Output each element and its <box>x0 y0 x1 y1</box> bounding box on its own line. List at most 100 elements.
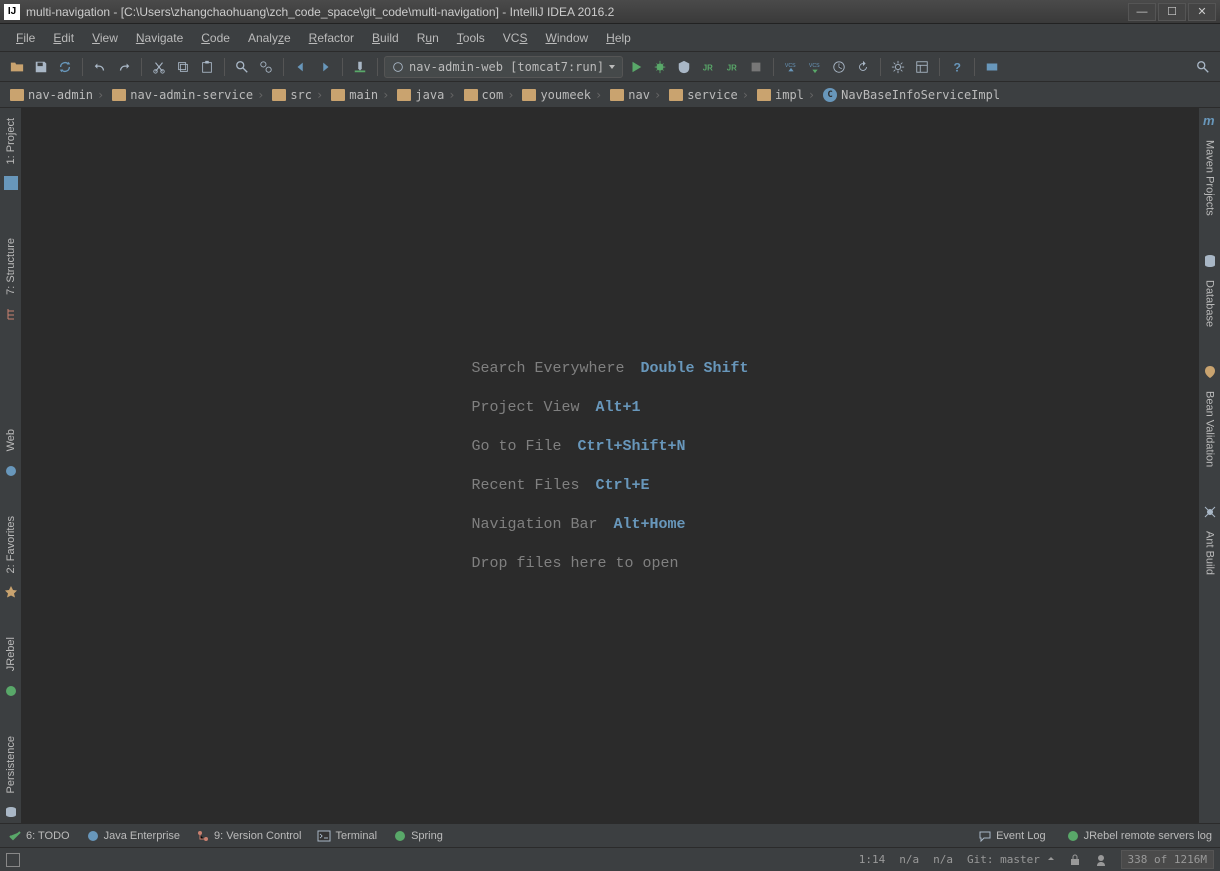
lock-icon[interactable] <box>1069 854 1081 866</box>
sync-button[interactable] <box>54 56 76 78</box>
folder-icon <box>757 89 771 101</box>
cut-button[interactable] <box>148 56 170 78</box>
jrebel-icon <box>4 684 18 698</box>
window-title: multi-navigation - [C:\Users\zhangchaohu… <box>26 5 1128 19</box>
bubble-icon <box>978 829 992 843</box>
back-button[interactable] <box>290 56 312 78</box>
breadcrumb-service[interactable]: service <box>665 88 753 102</box>
database-tab[interactable]: Database <box>1202 274 1218 333</box>
stop-button[interactable] <box>745 56 767 78</box>
paste-button[interactable] <box>196 56 218 78</box>
spring-tool[interactable]: Spring <box>393 829 443 843</box>
maven-tab[interactable]: Maven Projects <box>1202 134 1218 222</box>
persistence-tab[interactable]: Persistence <box>3 730 19 799</box>
jrebel-run-button[interactable]: JR <box>697 56 719 78</box>
menu-view[interactable]: View <box>84 28 126 48</box>
tools-button[interactable] <box>981 56 1003 78</box>
menu-code[interactable]: Code <box>193 28 238 48</box>
redo-button[interactable] <box>113 56 135 78</box>
breadcrumb-label: nav-admin-service <box>130 88 253 102</box>
breadcrumb-nav[interactable]: nav <box>606 88 665 102</box>
breadcrumb-main[interactable]: main <box>327 88 393 102</box>
undo-button[interactable] <box>89 56 111 78</box>
settings-button[interactable] <box>887 56 909 78</box>
navigation-bar-label: Navigation Bar <box>471 505 597 544</box>
svg-text:m: m <box>1203 113 1215 128</box>
save-all-button[interactable] <box>30 56 52 78</box>
make-button[interactable] <box>349 56 371 78</box>
event-log-tool[interactable]: Event Log <box>978 829 1046 843</box>
jrebel-tab[interactable]: JRebel <box>3 631 19 677</box>
favorites-tab[interactable]: 2: Favorites <box>3 510 19 579</box>
breadcrumb-com[interactable]: com <box>460 88 519 102</box>
web-icon <box>4 464 18 478</box>
welcome-tips: Search EverywhereDouble Shift Project Vi… <box>471 349 748 583</box>
structure-tab[interactable]: 7: Structure <box>3 232 19 301</box>
minimize-button[interactable]: — <box>1128 3 1156 21</box>
git-branch[interactable]: Git: master <box>967 853 1054 866</box>
bean-validation-tab[interactable]: Bean Validation <box>1202 385 1218 473</box>
open-button[interactable] <box>6 56 28 78</box>
menu-edit[interactable]: Edit <box>45 28 82 48</box>
memory-indicator[interactable]: 338 of 1216M <box>1121 850 1214 869</box>
debug-button[interactable] <box>649 56 671 78</box>
project-structure-button[interactable] <box>911 56 933 78</box>
coverage-button[interactable] <box>673 56 695 78</box>
jrebel-debug-button[interactable]: JR <box>721 56 743 78</box>
project-tab[interactable]: 1: Project <box>3 112 19 170</box>
folder-icon <box>610 89 624 101</box>
web-tab[interactable]: Web <box>3 423 19 457</box>
java-enterprise-tool[interactable]: Java Enterprise <box>86 829 180 843</box>
vcs-history-button[interactable] <box>828 56 850 78</box>
folder-icon <box>10 89 24 101</box>
run-config-selector[interactable]: nav-admin-web [tomcat7:run] <box>384 56 623 78</box>
menu-file[interactable]: File <box>8 28 43 48</box>
menu-help[interactable]: Help <box>598 28 639 48</box>
menu-build[interactable]: Build <box>364 28 407 48</box>
app-icon: IJ <box>4 4 20 20</box>
menu-vcs[interactable]: VCS <box>495 28 536 48</box>
breadcrumb-src[interactable]: src <box>268 88 327 102</box>
vcs-revert-button[interactable] <box>852 56 874 78</box>
run-button[interactable] <box>625 56 647 78</box>
dropdown-icon <box>608 63 616 71</box>
menu-run[interactable]: Run <box>409 28 447 48</box>
breadcrumb-java[interactable]: java <box>393 88 459 102</box>
svg-text:JR: JR <box>727 63 737 72</box>
find-button[interactable] <box>231 56 253 78</box>
hector-icon[interactable] <box>1095 854 1107 866</box>
help-button[interactable]: ? <box>946 56 968 78</box>
replace-button[interactable] <box>255 56 277 78</box>
jrebel-log-tool[interactable]: JRebel remote servers log <box>1066 829 1212 843</box>
breadcrumb-label: NavBaseInfoServiceImpl <box>841 88 1000 102</box>
breadcrumb-impl[interactable]: impl <box>753 88 819 102</box>
close-button[interactable]: ✕ <box>1188 3 1216 21</box>
vcs-commit-button[interactable]: VCS <box>804 56 826 78</box>
breadcrumb-navbaseinfoserviceimpl[interactable]: CNavBaseInfoServiceImpl <box>819 88 1008 102</box>
left-tool-strip: 1: Project 7: Structure Web 2: Favorites… <box>0 108 22 823</box>
ant-build-tab[interactable]: Ant Build <box>1202 525 1218 581</box>
forward-button[interactable] <box>314 56 336 78</box>
todo-tool[interactable]: 6: TODO <box>8 829 70 843</box>
version-control-tool[interactable]: 9: Version Control <box>196 829 301 843</box>
project-view-key: Alt+1 <box>596 388 641 427</box>
breadcrumb-label: main <box>349 88 378 102</box>
search-everywhere-button[interactable] <box>1192 56 1214 78</box>
maximize-button[interactable]: ☐ <box>1158 3 1186 21</box>
menu-window[interactable]: Window <box>537 28 596 48</box>
breadcrumb-label: nav <box>628 88 650 102</box>
menu-tools[interactable]: Tools <box>449 28 493 48</box>
breadcrumbs: nav-admin nav-admin-service src main javacom… <box>0 82 1220 108</box>
copy-button[interactable] <box>172 56 194 78</box>
vcs-update-button[interactable]: VCS <box>780 56 802 78</box>
editor-area[interactable]: Search EverywhereDouble Shift Project Vi… <box>22 108 1198 823</box>
tool-window-toggle-icon[interactable] <box>6 853 20 867</box>
breadcrumb-nav-admin-service[interactable]: nav-admin-service <box>108 88 268 102</box>
menu-analyze[interactable]: Analyze <box>240 28 299 48</box>
menu-navigate[interactable]: Navigate <box>128 28 191 48</box>
breadcrumb-youmeek[interactable]: youmeek <box>518 88 606 102</box>
breadcrumb-nav-admin[interactable]: nav-admin <box>6 88 108 102</box>
menu-refactor[interactable]: Refactor <box>301 28 362 48</box>
terminal-tool[interactable]: Terminal <box>317 829 377 843</box>
folder-icon <box>397 89 411 101</box>
